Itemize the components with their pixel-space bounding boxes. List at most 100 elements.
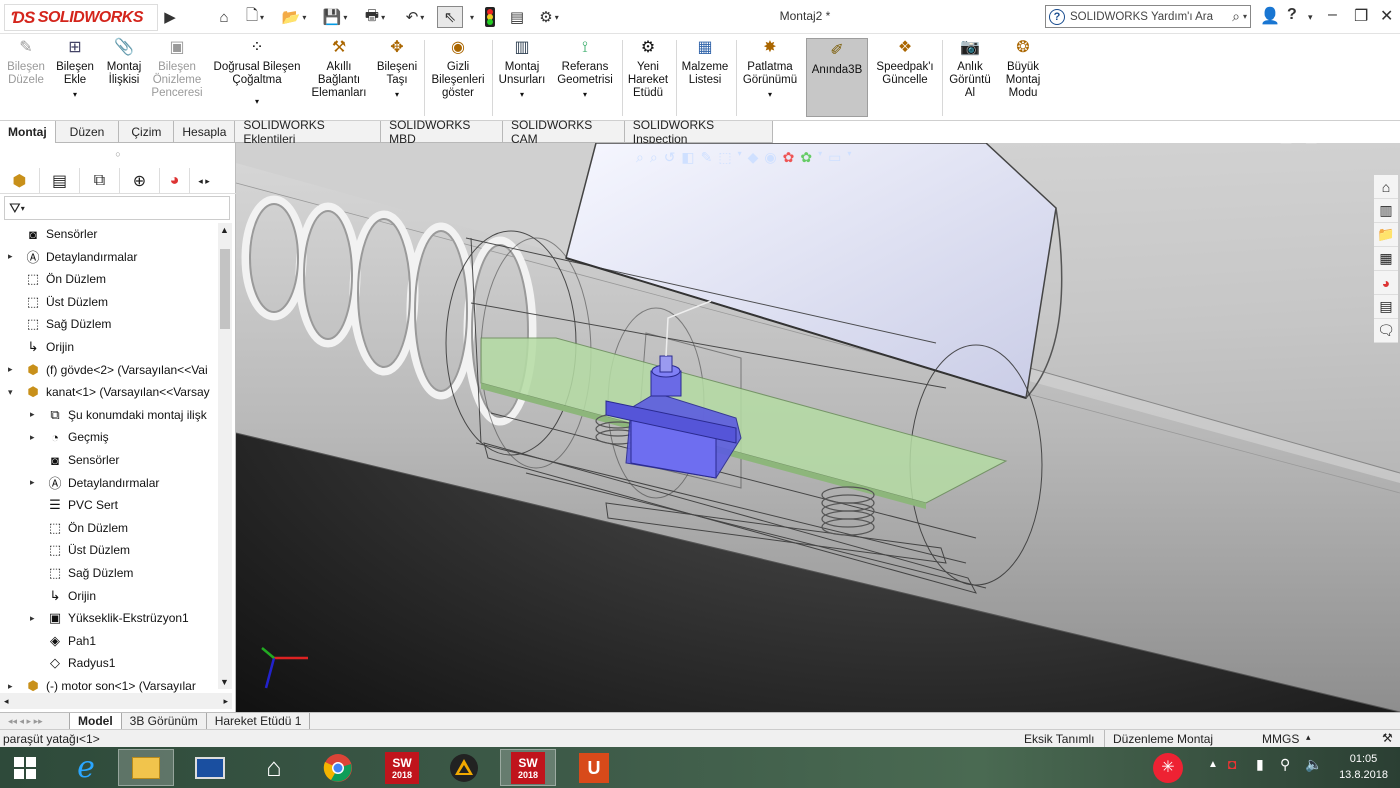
windows-start-icon[interactable] bbox=[0, 749, 50, 786]
view-settings-dropdown-icon[interactable]: ▾ bbox=[847, 149, 851, 169]
apply-scene-icon[interactable]: ✿ bbox=[800, 149, 812, 169]
design-library-icon[interactable]: ▥ bbox=[1374, 199, 1398, 223]
take-snapshot-button[interactable]: 📷 Anlık Görüntü Al bbox=[944, 36, 996, 118]
mate-button[interactable]: 📎 Montaj İlişkisi bbox=[102, 36, 146, 118]
edit-appearance-icon[interactable]: ✿ bbox=[783, 149, 795, 169]
property-manager-tab-icon[interactable]: ▤ bbox=[40, 168, 80, 194]
tree-item[interactable]: ↳ Orijin bbox=[0, 585, 96, 607]
help-search-box[interactable]: ? SOLIDWORKS Yardım'ı Ara ⌕ ▾ bbox=[1045, 5, 1251, 28]
tray-network-icon[interactable]: ⚲ bbox=[1280, 756, 1290, 773]
smart-fasteners-button[interactable]: ⚒ Akıllı Bağlantı Elemanları bbox=[308, 36, 370, 118]
units-dropdown-icon[interactable]: ▴ bbox=[1306, 732, 1311, 743]
tree-item[interactable]: ☰ PVC Sert bbox=[0, 494, 118, 516]
tray-shield-icon[interactable]: ◘ bbox=[1228, 756, 1236, 772]
internet-explorer-icon[interactable]: e bbox=[58, 749, 114, 786]
tree-item[interactable]: ◙ Sensörler bbox=[0, 449, 119, 471]
tree-item[interactable]: ▸ Ⓐ Detaylandırmalar bbox=[0, 472, 159, 494]
home-taskbar-icon[interactable]: ⌂ bbox=[246, 749, 302, 786]
tab-hesapla[interactable]: Hesapla bbox=[174, 121, 236, 143]
select-dropdown-icon[interactable]: ▾ bbox=[464, 6, 478, 28]
exploded-view-button[interactable]: ✸ Patlatma Görünümü ▾ bbox=[738, 36, 802, 118]
forum-icon[interactable]: 🗨 bbox=[1374, 319, 1398, 343]
expand-arrow-icon[interactable]: ▸ bbox=[8, 681, 13, 692]
display-style-icon[interactable]: ◆ bbox=[748, 149, 759, 169]
viewport-split-icon[interactable]: ◨ bbox=[1305, 143, 1318, 146]
new-motion-study-button[interactable]: ⚙ Yeni Hareket Etüdü bbox=[624, 36, 672, 118]
print-icon[interactable]: 🖶 ▾ bbox=[358, 6, 392, 28]
filter-dropdown-icon[interactable]: ▾ bbox=[21, 204, 25, 213]
help-dropdown-icon[interactable]: ▾ bbox=[1308, 12, 1313, 23]
search-icon[interactable]: ⌕ bbox=[1232, 8, 1240, 25]
tree-scrollbar[interactable]: ▲ ▼ bbox=[218, 223, 232, 689]
tab-scroll-controls-icon[interactable]: ◂◂ ◂ ▸ ▸▸ bbox=[0, 712, 70, 730]
tab-3d-view[interactable]: 3B Görünüm bbox=[122, 712, 207, 730]
scene-dropdown-icon[interactable]: ▾ bbox=[818, 149, 822, 169]
units-selector[interactable]: MMGS bbox=[1262, 732, 1299, 746]
select-pointer-icon[interactable]: ⇖ bbox=[437, 6, 463, 28]
tree-item[interactable]: ⬚ Sağ Düzlem bbox=[0, 313, 112, 335]
expand-arrow-icon[interactable]: ▸ bbox=[8, 251, 13, 262]
help-menu-icon[interactable]: ? bbox=[1287, 6, 1297, 24]
panel-collapse-handle[interactable]: ○ bbox=[0, 143, 236, 167]
tree-item[interactable]: ◈ Pah1 bbox=[0, 630, 96, 652]
previous-view-icon[interactable]: ↺ bbox=[664, 149, 676, 169]
component-preview-button[interactable]: ▣ Bileşen Önizleme Penceresi bbox=[150, 36, 204, 118]
menu-expand-arrow-icon[interactable]: ▶ bbox=[163, 6, 177, 28]
custom-properties-icon[interactable]: ▤ bbox=[1374, 295, 1398, 319]
zoom-to-area-icon[interactable]: ⌕ bbox=[650, 149, 658, 169]
viewport-minimize-icon[interactable]: – bbox=[1330, 143, 1338, 146]
dimxpert-manager-tab-icon[interactable]: ⊕ bbox=[120, 168, 160, 194]
tab-solidworks-cam[interactable]: SOLIDWORKS CAM bbox=[503, 118, 625, 146]
tree-item[interactable]: ▾ ⬢ kanat<1> (Varsayılan<<Varsay bbox=[0, 381, 210, 403]
expand-arrow-icon[interactable]: ▸ bbox=[30, 432, 35, 443]
tree-horizontal-scrollbar[interactable]: ◂ ▸ bbox=[0, 693, 232, 709]
undo-icon[interactable]: ↶ ▾ bbox=[398, 6, 432, 28]
file-properties-icon[interactable]: ▤ bbox=[506, 6, 528, 28]
graphics-area[interactable]: ⌕ ⌕ ↺ ◧ ✎ ⬚ ▾ ◆ ◉ ✿ ✿ ▾ ▭ ▾ ◫ ◨ – ❐ ✕ ⌂ … bbox=[236, 143, 1400, 712]
hide-show-items-icon[interactable]: ◉ bbox=[764, 149, 776, 169]
assembly-features-button[interactable]: ▥ Montaj Unsurları ▾ bbox=[496, 36, 548, 118]
tab-duzen[interactable]: Düzen bbox=[56, 121, 120, 143]
tab-montaj[interactable]: Montaj bbox=[0, 121, 56, 143]
tab-motion-study[interactable]: Hareket Etüdü 1 bbox=[207, 712, 311, 730]
reference-geometry-button[interactable]: ⟟ Referans Geometrisi ▾ bbox=[552, 36, 618, 118]
assembly-3d-model[interactable] bbox=[236, 143, 1400, 712]
display-manager-tab-icon[interactable]: ◕ bbox=[160, 168, 190, 194]
view-orientation-icon[interactable]: ⬚ bbox=[718, 149, 731, 169]
home-icon[interactable]: ⌂ bbox=[213, 6, 235, 28]
scroll-left-icon[interactable]: ◂ bbox=[4, 696, 9, 707]
tree-item[interactable]: ▸ ⬢ (f) gövde<2> (Varsayılan<<Vai bbox=[0, 359, 208, 381]
close-icon[interactable]: ✕ bbox=[1380, 6, 1393, 26]
tab-solidworks-eklentileri[interactable]: SOLIDWORKS Eklentileri bbox=[235, 118, 382, 146]
move-component-button[interactable]: ✥ Bileşeni Taşı ▾ bbox=[374, 36, 420, 118]
chrome-icon[interactable] bbox=[310, 749, 366, 786]
rebuild-traffic-light-icon[interactable] bbox=[482, 6, 498, 28]
tree-item[interactable]: ▸ ⧉ Şu konumdaki montaj ilişk bbox=[0, 404, 207, 426]
tree-item[interactable]: ⬚ Ön Düzlem bbox=[0, 268, 106, 290]
app-red-icon[interactable]: U bbox=[566, 749, 622, 786]
system-clock[interactable]: 01:05 13.8.2018 bbox=[1339, 751, 1388, 783]
view-palette-icon[interactable]: ▦ bbox=[1374, 247, 1398, 271]
tree-item[interactable]: ◇ Radyus1 bbox=[0, 652, 115, 674]
dynamic-annotation-icon[interactable]: ✎ bbox=[701, 149, 713, 169]
scroll-right-icon[interactable]: ▸ bbox=[223, 696, 228, 707]
show-hidden-components-button[interactable]: ◉ Gizli Bileşenleri göster bbox=[428, 36, 488, 118]
tab-solidworks-mbd[interactable]: SOLIDWORKS MBD bbox=[381, 118, 503, 146]
user-account-icon[interactable]: 👤 bbox=[1260, 6, 1280, 26]
tree-item[interactable]: ▸ ⬢ (-) motor son<1> (Varsayılar bbox=[0, 675, 196, 693]
configuration-manager-tab-icon[interactable]: ⧉ bbox=[80, 168, 120, 194]
lenovo-desktop-icon[interactable] bbox=[182, 749, 238, 786]
tree-item[interactable]: ◙ Sensörler bbox=[0, 223, 97, 245]
feature-manager-tab-icon[interactable]: ⬢ bbox=[0, 168, 40, 194]
file-explorer-icon[interactable]: 📁 bbox=[1374, 223, 1398, 247]
expand-arrow-icon[interactable]: ▸ bbox=[30, 613, 35, 624]
insert-component-button[interactable]: ⊞ Bileşen Ekle ▾ bbox=[52, 36, 98, 118]
expand-arrow-icon[interactable]: ▸ bbox=[30, 477, 35, 488]
tree-item[interactable]: ⬚ Ön Düzlem bbox=[0, 517, 128, 539]
status-options-icon[interactable]: ⚒ bbox=[1382, 731, 1393, 745]
expand-arrow-icon[interactable]: ▸ bbox=[8, 364, 13, 375]
expand-arrow-icon[interactable]: ▸ bbox=[30, 409, 35, 420]
tab-cizim[interactable]: Çizim bbox=[119, 121, 175, 143]
restore-icon[interactable]: ❐ bbox=[1354, 6, 1368, 26]
bill-of-materials-button[interactable]: ▦ Malzeme Listesi bbox=[678, 36, 732, 118]
